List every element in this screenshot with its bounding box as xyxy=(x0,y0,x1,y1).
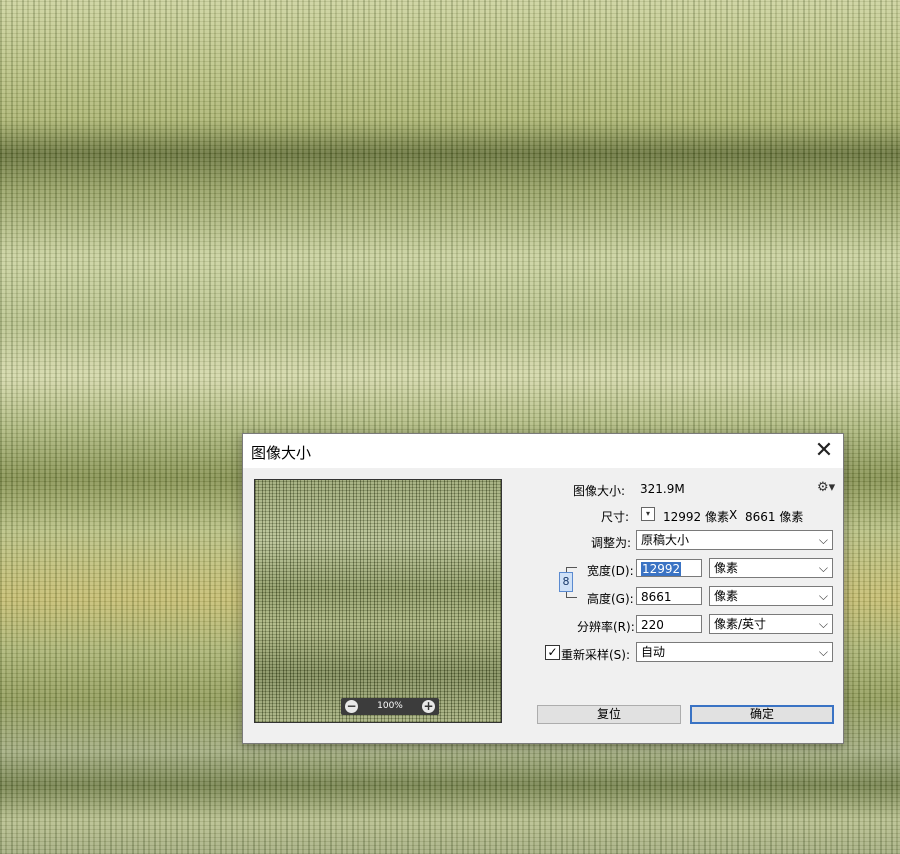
width-unit: 像素 xyxy=(714,561,739,575)
zoom-level: 100% xyxy=(377,701,403,711)
resample-checkbox[interactable]: ✓ xyxy=(545,645,560,660)
height-label: 高度(G): xyxy=(587,592,634,606)
zoom-in-icon[interactable]: + xyxy=(422,700,435,713)
height-unit-select[interactable]: 像素 ⌵ xyxy=(709,586,833,606)
dialog-title: 图像大小 xyxy=(251,444,312,462)
fit-to-select[interactable]: 原稿大小 ⌵ xyxy=(636,530,833,550)
resolution-unit: 像素/英寸 xyxy=(714,617,767,631)
dimensions-height-value: 8661 像素 xyxy=(745,510,804,524)
width-label: 宽度(D): xyxy=(587,564,634,578)
zoom-bar: − 100% + xyxy=(341,698,439,715)
dimensions-separator: X xyxy=(729,508,738,522)
resample-select[interactable]: 自动 ⌵ xyxy=(636,642,833,662)
chevron-down-icon: ⌵ xyxy=(818,617,828,631)
link-icon[interactable]: 8 xyxy=(559,572,573,592)
image-size-value: 321.9M xyxy=(640,482,685,496)
resolution-input[interactable]: 220 xyxy=(636,615,702,633)
chevron-down-icon: ⌵ xyxy=(818,561,828,575)
height-unit: 像素 xyxy=(714,589,739,603)
reset-button[interactable]: 复位 xyxy=(537,705,681,724)
resolution-unit-select[interactable]: 像素/英寸 ⌵ xyxy=(709,614,833,634)
width-unit-select[interactable]: 像素 ⌵ xyxy=(709,558,833,578)
ok-button[interactable]: 确定 xyxy=(690,705,834,724)
dimensions-label: 尺寸: xyxy=(601,510,630,524)
fit-to-label: 调整为: xyxy=(591,536,632,550)
resample-value: 自动 xyxy=(641,645,666,659)
width-input[interactable]: 12992 xyxy=(636,559,702,577)
resample-label: 重新采样(S): xyxy=(561,648,631,662)
image-preview[interactable]: − 100% + xyxy=(254,479,502,723)
dimensions-unit-dropdown-icon[interactable]: ▾ xyxy=(641,507,655,521)
title-bar[interactable]: 图像大小 ✕ xyxy=(243,434,843,468)
dimensions-width-value: 12992 像素 xyxy=(663,510,729,524)
fit-to-value: 原稿大小 xyxy=(641,533,690,547)
chevron-down-icon: ⌵ xyxy=(818,533,828,547)
close-icon[interactable]: ✕ xyxy=(811,438,837,464)
resolution-label: 分辨率(R): xyxy=(577,620,635,634)
width-value: 12992 xyxy=(641,562,682,576)
image-size-label: 图像大小: xyxy=(573,484,626,498)
chevron-down-icon: ⌵ xyxy=(818,589,828,603)
zoom-out-icon[interactable]: − xyxy=(345,700,358,713)
chevron-down-icon: ⌵ xyxy=(818,645,828,659)
image-size-dialog: 图像大小 ✕ − 100% + 图像大小: 321.9M ⚙▾ 尺寸: ▾ 12… xyxy=(242,433,844,744)
gear-icon[interactable]: ⚙▾ xyxy=(817,480,835,495)
height-value: 8661 xyxy=(641,590,672,604)
height-input[interactable]: 8661 xyxy=(636,587,702,605)
resolution-value: 220 xyxy=(641,618,664,632)
